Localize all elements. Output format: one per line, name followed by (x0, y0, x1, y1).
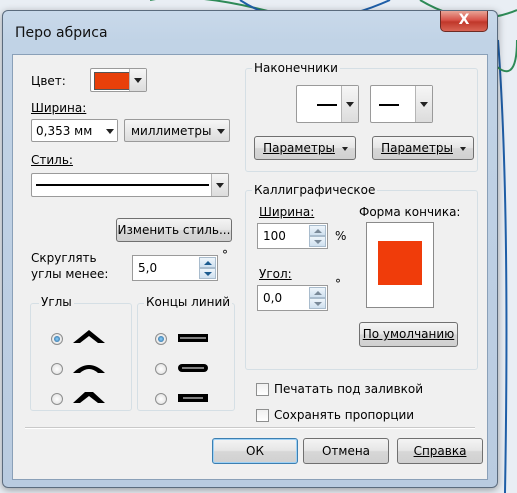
round-corners-value: 5,0 (138, 261, 158, 275)
divider (25, 427, 475, 429)
help-button[interactable]: Справка (397, 438, 483, 464)
calligraphy-angle-spinner[interactable]: 0,0 (257, 285, 328, 311)
units-value: миллиметры (131, 124, 212, 138)
nib-shape-label: Форма кончика: (359, 205, 461, 219)
title-bar[interactable]: Перо абриса X (3, 11, 497, 55)
corners-group-title: Углы (39, 295, 74, 309)
round-corner-icon (73, 365, 105, 373)
calligraphy-group-title: Каллиграфическое (252, 183, 378, 197)
arrows-group-title: Наконечники (252, 61, 340, 75)
line-caps-group-title: Концы линий (144, 295, 233, 309)
calligraphy-angle-unit: ° (335, 277, 341, 291)
end-arrow-options-button[interactable]: Параметры (372, 136, 474, 160)
scale-with-image-checkbox[interactable] (256, 409, 269, 422)
cap-square-radio[interactable] (155, 393, 167, 405)
start-arrow-options-button[interactable]: Параметры (254, 136, 356, 160)
units-select[interactable]: миллиметры (124, 119, 230, 142)
cap-round-radio[interactable] (155, 363, 167, 375)
width-dropdown-arrow[interactable] (103, 120, 117, 141)
calligraphy-angle-label: Угол: (259, 267, 292, 281)
round-corners-spin-down[interactable] (199, 268, 216, 279)
miter-corner-icon (73, 330, 105, 343)
round-corners-unit: ° (222, 248, 228, 262)
corner-round-radio[interactable] (51, 363, 63, 375)
nib-shape-square (378, 241, 422, 285)
start-arrow-options-chevron-icon (342, 147, 348, 151)
calligraphy-angle-spin-down[interactable] (309, 298, 326, 309)
width-input[interactable]: 0,353 мм (31, 119, 118, 142)
color-swatch-fill (95, 73, 129, 89)
round-corners-label-line1: Скруглять (31, 251, 97, 265)
dialog-client-area: Цвет: Ширина: 0,353 мм миллиметры Стиль:… (12, 54, 488, 480)
default-nib-label: По умолчанию (362, 327, 455, 341)
start-arrow-preview (317, 104, 337, 106)
width-label: Ширина: (31, 101, 87, 115)
calligraphy-width-label: Ширина: (259, 205, 315, 219)
units-dropdown-arrow[interactable] (213, 120, 229, 141)
round-corners-label-line2: углы менее: (31, 267, 109, 281)
calligraphy-width-unit: % (335, 229, 347, 243)
calligraphy-width-spinner[interactable]: 100 (257, 223, 328, 249)
ok-button[interactable]: ОК (212, 438, 298, 464)
nib-shape-preview[interactable] (366, 222, 434, 308)
end-arrow-dropdown-arrow[interactable] (415, 86, 432, 122)
scale-with-image-label[interactable]: Сохранять пропорции (274, 408, 414, 422)
line-style-select[interactable] (31, 173, 229, 197)
line-style-preview (36, 184, 209, 186)
line-style-dropdown-arrow[interactable] (211, 174, 228, 196)
style-label: Стиль: (31, 153, 73, 167)
end-arrow-options-chevron-icon (460, 147, 466, 151)
end-arrow-options-label: Параметры (381, 141, 453, 155)
calligraphy-width-spin-up[interactable] (309, 225, 326, 236)
corner-miter-radio[interactable] (51, 333, 63, 345)
outline-pen-dialog: Перо абриса X Цвет: Ширина: 0,353 мм мил… (2, 10, 498, 488)
color-swatch (94, 72, 130, 90)
behind-fill-label[interactable]: Печатать под заливкой (274, 382, 423, 396)
cancel-button[interactable]: Отмена (303, 438, 389, 464)
start-arrow-select[interactable] (296, 85, 359, 123)
window-title: Перо абриса (15, 25, 108, 41)
square-cap-icon (178, 394, 208, 402)
color-picker[interactable] (90, 68, 147, 92)
color-label: Цвет: (31, 74, 66, 88)
close-button[interactable]: X (440, 11, 488, 32)
round-corners-spinner[interactable]: 5,0 (132, 255, 218, 281)
round-cap-icon (178, 364, 208, 372)
color-dropdown-arrow[interactable] (129, 69, 146, 91)
end-arrow-preview (379, 104, 399, 106)
help-label: Справка (413, 444, 467, 458)
width-value: 0,353 мм (36, 124, 93, 138)
bevel-corner-icon (73, 392, 105, 403)
cap-butt-radio[interactable] (155, 333, 167, 345)
edit-style-button[interactable]: Изменить стиль... (116, 218, 232, 242)
behind-fill-checkbox[interactable] (256, 383, 269, 396)
corner-bevel-radio[interactable] (51, 393, 63, 405)
calligraphy-width-value: 100 (263, 229, 286, 243)
calligraphy-angle-value: 0,0 (263, 291, 283, 305)
end-arrow-select[interactable] (370, 85, 433, 123)
default-nib-button[interactable]: По умолчанию (359, 322, 458, 347)
start-arrow-dropdown-arrow[interactable] (341, 86, 358, 122)
start-arrow-options-label: Параметры (263, 141, 335, 155)
butt-cap-icon (178, 334, 208, 342)
calligraphy-width-spin-down[interactable] (309, 236, 326, 247)
round-corners-spin-up[interactable] (199, 257, 216, 268)
calligraphy-angle-spin-up[interactable] (309, 287, 326, 298)
